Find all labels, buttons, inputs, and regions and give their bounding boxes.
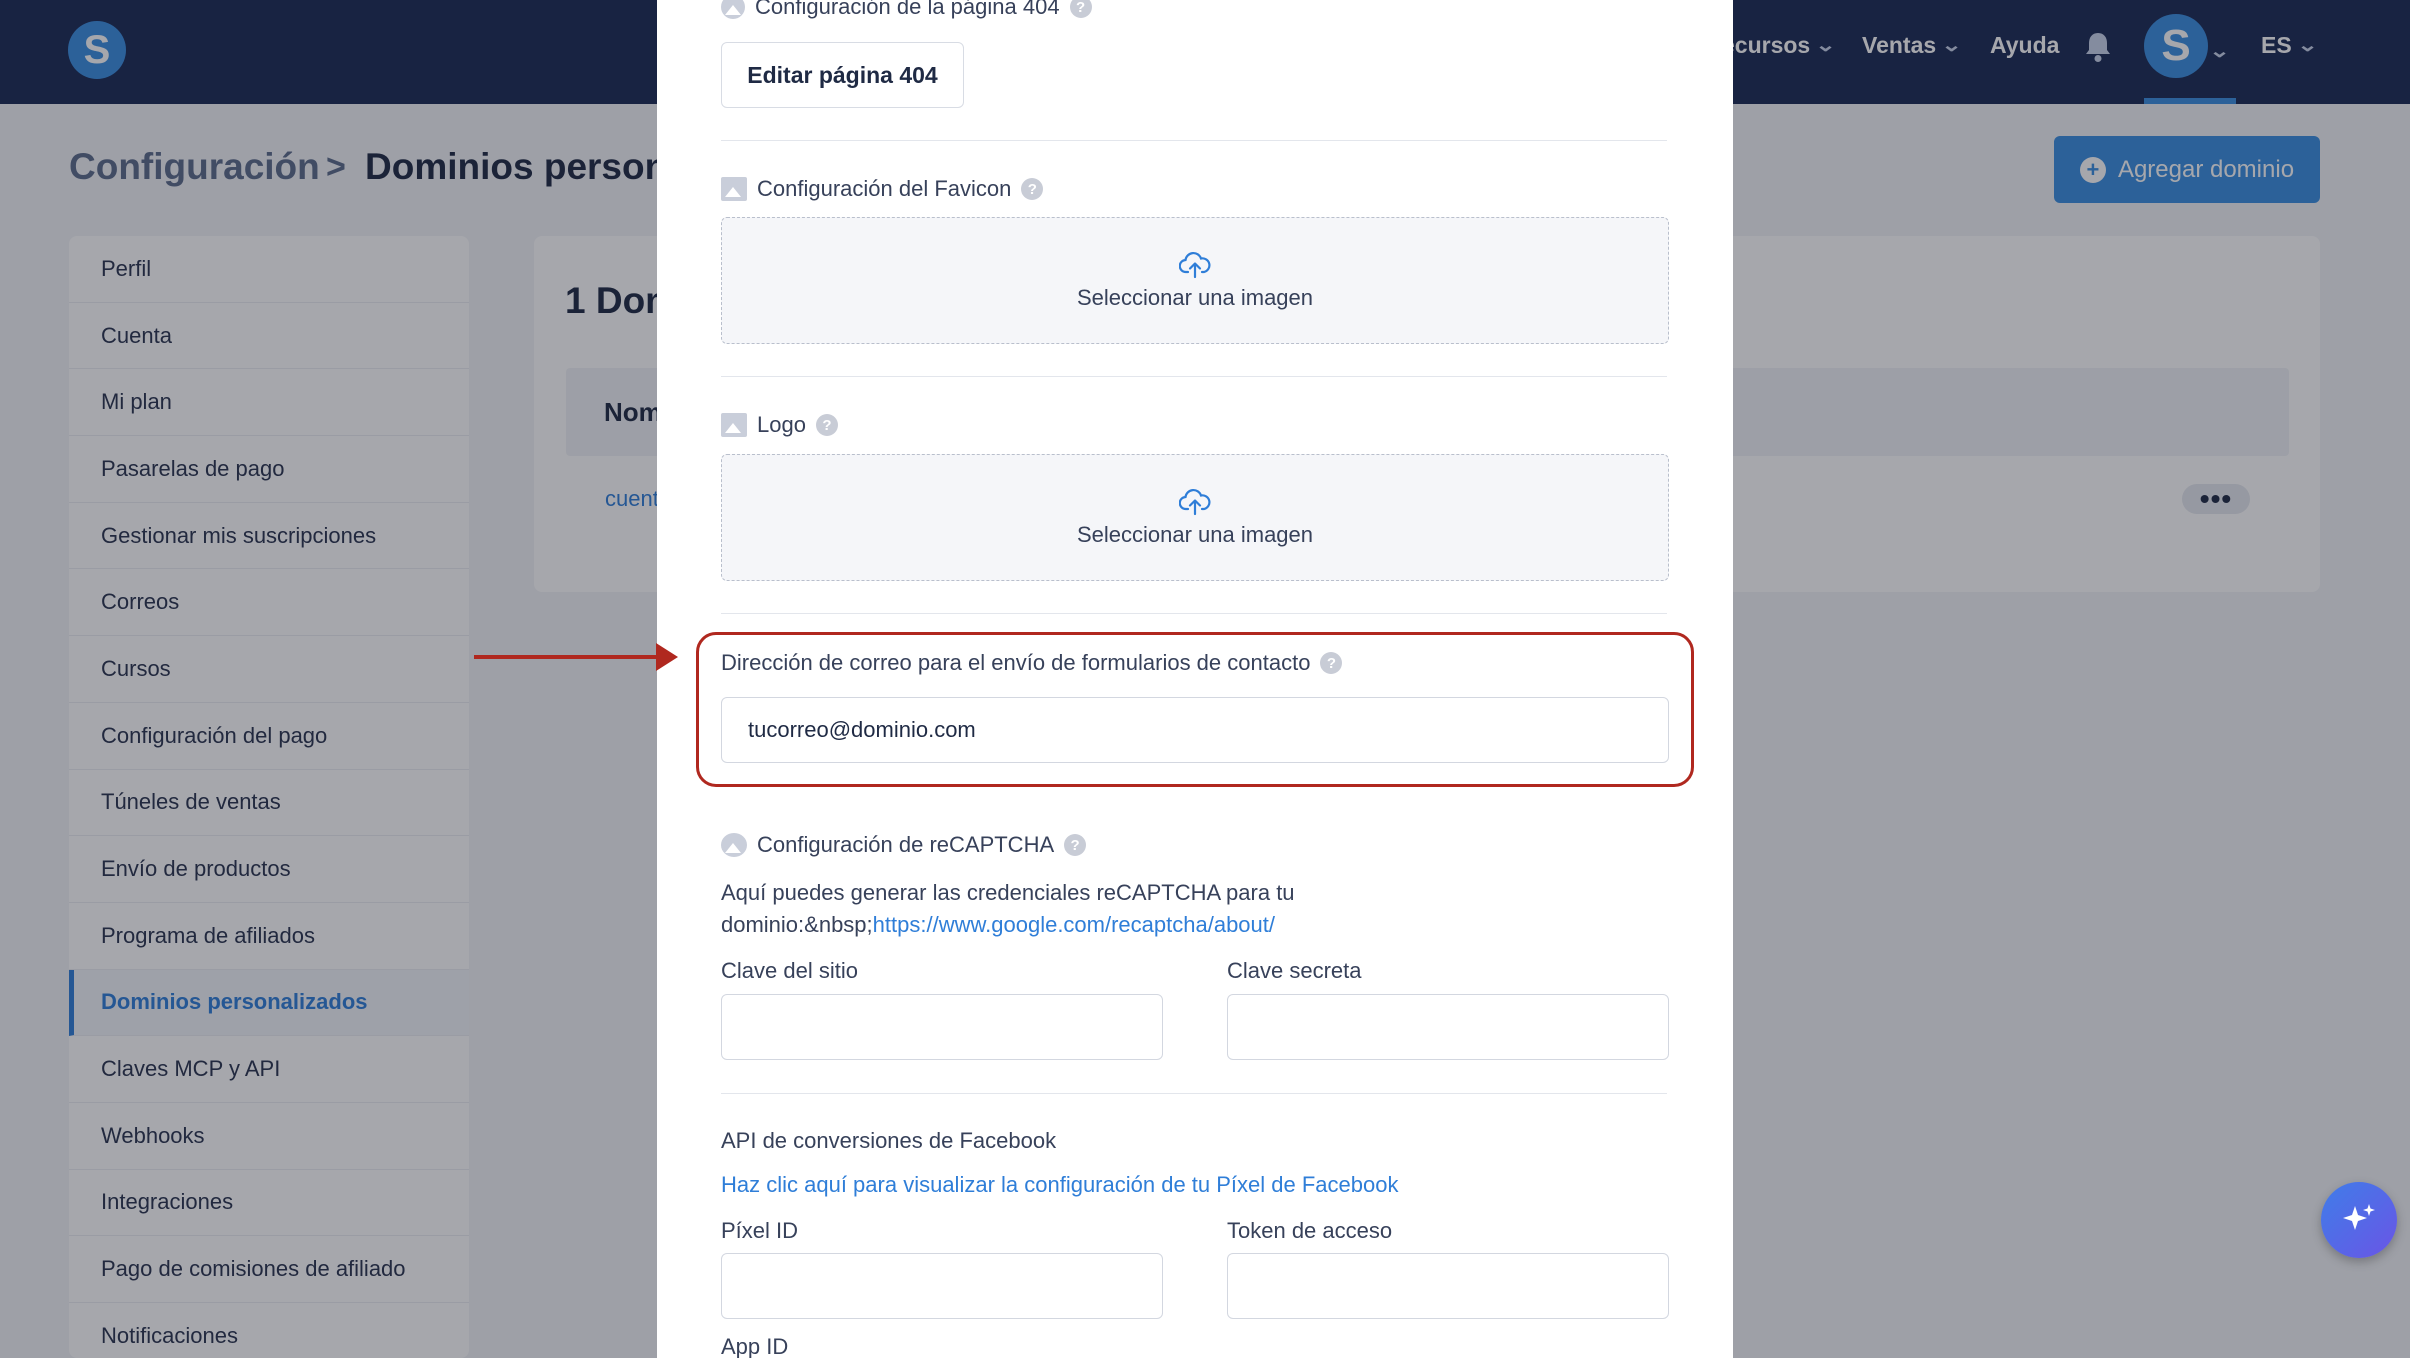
upload-cloud-icon xyxy=(1179,488,1211,515)
edit-404-button[interactable]: Editar página 404 xyxy=(721,42,964,108)
help-icon[interactable]: ? xyxy=(815,414,838,436)
access-token-label: Token de acceso xyxy=(1227,1218,1393,1243)
site-key-label: Clave del sitio xyxy=(721,958,858,983)
recaptcha-label: Configuración de reCAPTCHA xyxy=(757,832,1055,857)
image-icon xyxy=(721,177,747,201)
sparkle-icon xyxy=(2343,1204,2375,1230)
secret-key-label: Clave secreta xyxy=(1227,958,1362,983)
annotation-arrow-head xyxy=(656,643,678,671)
favicon-upload-text: Seleccionar una imagen xyxy=(1076,284,1314,310)
divider xyxy=(721,613,1667,614)
help-icon[interactable]: ? xyxy=(1021,178,1044,200)
help-icon[interactable]: ? xyxy=(1069,0,1092,18)
help-icon[interactable]: ? xyxy=(1064,834,1087,856)
divider xyxy=(721,1093,1667,1094)
recaptcha-link[interactable]: https://www.google.com/recaptcha/about/ xyxy=(873,912,1275,937)
logo-upload[interactable]: Seleccionar una imagen xyxy=(721,454,1669,581)
site-key-input[interactable] xyxy=(721,994,1163,1060)
ai-assistant-button[interactable] xyxy=(2321,1182,2397,1258)
secret-key-input[interactable] xyxy=(1227,994,1669,1060)
favicon-label: Configuración del Favicon xyxy=(757,176,1012,201)
logo-label-row: Logo ? xyxy=(721,412,838,438)
app-id-label: App ID xyxy=(721,1334,789,1358)
recaptcha-description-prefix: dominio:&nbsp; xyxy=(721,912,873,937)
favicon-label-row: Configuración del Favicon ? xyxy=(721,176,1044,202)
facebook-pixel-link[interactable]: Haz clic aquí para visualizar la configu… xyxy=(721,1172,1398,1198)
logo-upload-text: Seleccionar una imagen xyxy=(1076,521,1314,547)
image-icon xyxy=(721,413,747,437)
recaptcha-description-line2: dominio:&nbsp;https://www.google.com/rec… xyxy=(721,912,1275,938)
page404-label: Configuración de la página 404 xyxy=(755,0,1060,19)
annotation-highlight-box xyxy=(696,632,1694,787)
gear-icon xyxy=(721,0,745,19)
facebook-api-title: API de conversiones de Facebook xyxy=(721,1128,1057,1153)
upload-cloud-icon xyxy=(1179,251,1211,278)
favicon-upload[interactable]: Seleccionar una imagen xyxy=(721,217,1669,344)
recaptcha-icon xyxy=(721,833,747,857)
page404-label-row: Configuración de la página 404 ? xyxy=(721,0,1092,20)
recaptcha-label-row: Configuración de reCAPTCHA ? xyxy=(721,832,1087,858)
logo-label: Logo xyxy=(757,412,806,437)
access-token-input[interactable] xyxy=(1227,1253,1669,1319)
divider xyxy=(721,376,1667,377)
pixel-id-label: Píxel ID xyxy=(721,1218,799,1243)
pixel-id-input[interactable] xyxy=(721,1253,1163,1319)
recaptcha-description: Aquí puedes generar las credenciales reC… xyxy=(721,880,1295,905)
annotation-arrow-line xyxy=(474,655,660,659)
divider xyxy=(721,140,1667,141)
